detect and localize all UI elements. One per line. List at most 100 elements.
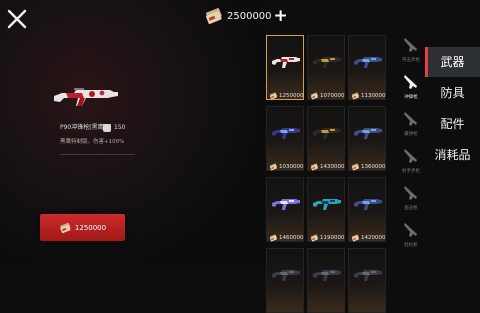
subcategory-item[interactable]: 突击步枪 — [396, 36, 426, 70]
marksman-rifle-icon — [404, 149, 417, 163]
price-row: 1190000 — [310, 234, 345, 242]
subcategory-item[interactable]: 射手步枪 — [396, 147, 426, 181]
subcategory-label: 轻机枪 — [404, 243, 418, 248]
subcategory-item[interactable]: 轻机枪 — [396, 221, 426, 255]
sniper-rifle-icon — [404, 186, 417, 200]
weapon-cell[interactable]: 1030000 — [266, 106, 304, 171]
price-row: 1030000 — [269, 163, 304, 171]
weapon-image — [271, 124, 301, 142]
weapon-price: 1430000 — [320, 164, 345, 170]
shotgun-icon — [404, 112, 417, 126]
subcategory-label: 狙击枪 — [404, 206, 418, 211]
item-name: P90冲锋枪[黑鹰] — [60, 124, 106, 131]
weapon-image — [271, 266, 301, 284]
weight-icon — [103, 124, 111, 132]
price-row: 1360000 — [351, 163, 386, 171]
smg-gold-icon — [313, 128, 341, 139]
weapon-cell[interactable]: 1460000 — [266, 177, 304, 242]
cash-stack-icon — [205, 8, 222, 25]
weapon-price: 1360000 — [361, 164, 386, 170]
weapon-price: 1070000 — [320, 93, 345, 99]
weapon-cell[interactable]: 1360000 — [348, 106, 386, 171]
smg-blue-icon — [354, 57, 382, 68]
price-row: 1070000 — [310, 92, 345, 100]
smg-gold-icon — [313, 57, 341, 68]
tab-category[interactable]: 配件 — [425, 109, 480, 139]
cash-stack-icon — [351, 92, 359, 100]
lmg-icon — [404, 223, 417, 237]
weapon-cell[interactable]: 1190000 — [307, 177, 345, 242]
cash-stack-icon — [351, 163, 359, 171]
subcategory-item[interactable]: 狙击枪 — [396, 184, 426, 218]
weapon-image — [312, 53, 342, 71]
weapon-icon — [313, 270, 341, 281]
weapon-cell[interactable]: 1130000 — [348, 35, 386, 100]
weapon-image — [353, 53, 383, 71]
cash-stack-icon — [269, 92, 277, 100]
subcategory-label: 射手步枪 — [402, 169, 420, 174]
price-row: 1420000 — [351, 234, 386, 242]
weapon-image — [312, 266, 342, 284]
weapon-icon — [354, 270, 382, 281]
weapon-price: 1030000 — [279, 164, 304, 170]
selected-weapon-image — [54, 88, 118, 106]
weapon-cell[interactable]: 1430000 — [307, 106, 345, 171]
subcategory-label: 冲锋枪 — [404, 95, 418, 100]
subcategory-label: 霰弹枪 — [404, 132, 418, 137]
price-row: 1430000 — [310, 163, 345, 171]
cash-stack-icon — [351, 234, 359, 242]
buy-price: 1250000 — [74, 223, 107, 232]
weapon-icon — [272, 270, 300, 281]
divider — [60, 154, 135, 155]
subcategory-item[interactable]: 霰弹枪 — [396, 110, 426, 144]
cash-stack-icon — [60, 222, 71, 233]
item-weight: 150 — [114, 124, 126, 131]
tab-category[interactable]: 消耗品 — [425, 140, 480, 170]
weapon-image — [312, 195, 342, 213]
item-description: 黑鹰特制版。伤害+100% — [60, 139, 125, 145]
weapon-image — [353, 195, 383, 213]
close-button[interactable] — [6, 8, 28, 30]
weapon-cell[interactable]: 1250000 — [266, 35, 304, 100]
weapon-price: 1190000 — [320, 235, 345, 241]
weapon-price: 1250000 — [279, 93, 304, 99]
currency-amount: 2500000 — [227, 10, 272, 22]
weapon-cell[interactable]: 1420000 — [348, 177, 386, 242]
add-currency-button[interactable]: + — [274, 8, 288, 25]
smg-red-white-icon — [272, 57, 300, 68]
cash-stack-icon — [269, 163, 277, 171]
cash-stack-icon — [269, 234, 277, 242]
weapon-price: 1460000 — [279, 235, 304, 241]
cash-stack-icon — [310, 163, 318, 171]
weapon-price: 1420000 — [361, 235, 386, 241]
smg-cyan-icon — [313, 199, 341, 210]
weapon-cell[interactable] — [348, 248, 386, 313]
weapon-price: 1130000 — [361, 93, 386, 99]
price-row: 1250000 — [269, 92, 304, 100]
weapon-image — [353, 124, 383, 142]
weapon-cell[interactable]: 1070000 — [307, 35, 345, 100]
price-row: 1130000 — [351, 92, 386, 100]
subcategory-label: 突击步枪 — [402, 58, 420, 63]
buy-button[interactable]: 1250000 — [40, 214, 125, 241]
smg-icon — [404, 75, 417, 89]
currency-display: 2500000 + — [204, 7, 288, 25]
cash-stack-icon — [310, 234, 318, 242]
close-icon — [7, 9, 27, 29]
weapon-image — [271, 53, 301, 71]
rifle-blue-icon — [272, 128, 300, 139]
tab-category[interactable]: 防具 — [425, 78, 480, 108]
cash-stack-icon — [310, 92, 318, 100]
smg-blue-icon — [354, 128, 382, 139]
weapon-cell[interactable] — [307, 248, 345, 313]
weapon-image — [353, 266, 383, 284]
weapon-image — [312, 124, 342, 142]
rifle-purple-icon — [272, 199, 300, 210]
subcategory-item[interactable]: 冲锋枪 — [396, 73, 426, 107]
assault-rifle-icon — [404, 38, 417, 52]
price-row: 1460000 — [269, 234, 304, 242]
tab-category[interactable]: 武器 — [425, 47, 480, 77]
weapon-cell[interactable] — [266, 248, 304, 313]
weapon-image — [271, 195, 301, 213]
smg-blue-icon — [354, 199, 382, 210]
